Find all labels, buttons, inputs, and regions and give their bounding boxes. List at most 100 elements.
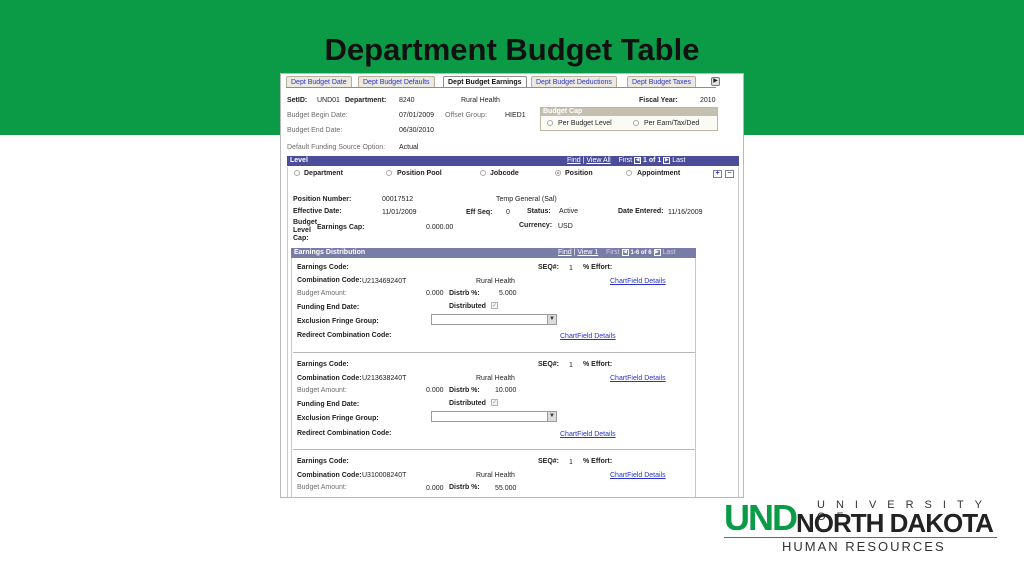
tab-underline [286,87,716,88]
position-number-value: 00017512 [382,196,414,203]
level-count: 1 of 1 [643,157,662,164]
distrb-label: Distrb %: [449,484,480,491]
level-appointment-label: Appointment [637,170,681,177]
seq-label: SEQ#: [538,458,560,465]
per-earn-tax-ded-label: Per Earn/Tax/Ded [644,120,700,127]
level-title: Level [290,157,308,164]
position-desc: Temp General (Sal) [496,196,557,203]
level-jobcode-radio[interactable] [480,170,486,176]
distribution-nav: Find | View 1 First ◀ 1-6 of 6 ▶ Last [558,248,676,256]
department-desc: Rural Health [461,97,500,104]
budget-begin-value: 07/01/2009 [399,112,435,119]
distribution-prev-icon[interactable]: ◀ [621,248,629,256]
level-department-label: Department [304,170,343,177]
budget-amount-value: 0.000 [426,387,444,394]
budget-amount-label: Budget Amount: [297,387,347,394]
effective-date-value: 11/01/2009 [382,209,417,216]
row-separator [293,449,695,450]
combination-desc: Rural Health [476,375,515,382]
slide-title: Department Budget Table [324,32,700,67]
combination-code-label: Combination Code: [297,375,362,382]
offset-group-value: HIED1 [505,112,526,119]
redirect-chartfield-link[interactable]: ChartField Details [560,430,616,439]
seq-label: SEQ#: [538,361,560,368]
add-row-button[interactable]: + [713,170,722,178]
budget-amount-label: Budget Amount: [297,290,347,297]
level-first-label: First [618,157,633,164]
funding-end-label: Funding End Date: [297,304,360,311]
budget-end-label: Budget End Date: [287,127,343,134]
level-prev-icon[interactable]: ◀ [634,156,642,164]
distributed-label: Distributed [449,303,486,310]
level-position-label: Position [565,170,593,177]
und-hr-logo: UND UNIVERSITY OF NORTH DAKOTA HUMAN RES… [724,498,999,558]
exclusion-fringe-select[interactable]: ▼ [431,314,557,325]
distribution-title: Earnings Distribution [294,249,366,256]
distribution-view-link[interactable]: View 1 [577,249,598,256]
budget-end-value: 06/30/2010 [399,127,435,134]
distribution-next-icon[interactable]: ▶ [653,248,661,256]
budget-cap-title: Budget Cap [541,108,717,116]
status-value: Active [559,208,579,215]
distribution-find-link[interactable]: Find [558,249,572,256]
level-find-link[interactable]: Find [567,157,581,164]
chartfield-details-link[interactable]: ChartField Details [610,471,666,480]
distributed-checkbox[interactable]: ✓ [491,399,498,406]
distrb-label: Distrb %: [449,387,480,394]
per-earn-tax-ded-radio[interactable] [633,120,639,126]
level-next-icon[interactable]: ▶ [663,156,671,164]
date-entered-label: Date Entered: [618,208,664,215]
budget-begin-label: Budget Begin Date: [287,112,348,119]
department-value: 8240 [399,97,415,104]
budget-cap-group: Budget Cap Per Budget Level Per Earn/Tax… [540,107,718,131]
funding-source-value: Actual [399,144,419,151]
seq-value: 1 [569,362,573,369]
level-header: Level Find | View All First ◀ 1 of 1 ▶ L… [287,156,739,166]
seq-label: SEQ#: [538,264,560,271]
distributed-checkbox[interactable]: ✓ [491,302,498,309]
redirect-combination-label: Redirect Combination Code: [297,332,392,339]
combination-desc: Rural Health [476,472,515,479]
combination-desc: Rural Health [476,278,515,285]
chevron-down-icon: ▼ [547,412,556,421]
date-entered-value: 11/16/2009 [668,209,703,216]
earnings-code-label: Earnings Code: [297,361,349,368]
tab-scroll-right-icon[interactable]: ▶ [711,77,720,86]
distrb-label: Distrb %: [449,290,480,297]
earnings-distribution-header: Earnings Distribution Find | View 1 Firs… [291,248,696,258]
distribution-last-label: Last [662,249,676,256]
chartfield-details-link[interactable]: ChartField Details [610,277,666,286]
budget-amount-value: 0.000 [426,290,444,297]
distrb-value: 55.000 [495,485,517,492]
effective-date-label: Effective Date: [293,208,342,215]
seq-value: 1 [569,459,573,466]
fiscal-year-value: 2010 [700,97,716,104]
exclusion-fringe-select[interactable]: ▼ [431,411,557,422]
funding-source-label: Default Funding Source Option: [287,144,386,151]
eff-seq-label: Eff Seq: [466,209,493,216]
level-view-all-link[interactable]: View All [586,157,610,164]
distributed-label: Distributed [449,400,486,407]
redirect-combination-label: Redirect Combination Code: [297,430,392,437]
combination-code-value: U310008240T [362,472,407,479]
chartfield-details-link[interactable]: ChartField Details [610,374,666,383]
level-nav: Find | View All First ◀ 1 of 1 ▶ Last [567,156,686,164]
exclusion-fringe-label: Exclusion Fringe Group: [297,415,379,422]
status-label: Status: [527,208,551,215]
setid-value: UND01 [317,97,340,104]
level-position-pool-radio[interactable] [386,170,392,176]
redirect-chartfield-link[interactable]: ChartField Details [560,332,616,341]
level-department-radio[interactable] [294,170,300,176]
effort-label: % Effort: [583,458,613,465]
distribution-count: 1-6 of 6 [630,250,652,256]
position-number-label: Position Number: [293,196,352,203]
combination-code-value: U213638240T [362,375,407,382]
offset-group-label: Offset Group: [445,112,487,119]
chevron-down-icon: ▼ [547,315,556,324]
delete-row-button[interactable]: − [725,170,734,178]
seq-value: 1 [569,265,573,272]
distrb-value: 10.000 [495,387,517,394]
per-budget-level-radio[interactable] [547,120,553,126]
level-position-radio[interactable] [555,170,561,176]
level-appointment-radio[interactable] [626,170,632,176]
